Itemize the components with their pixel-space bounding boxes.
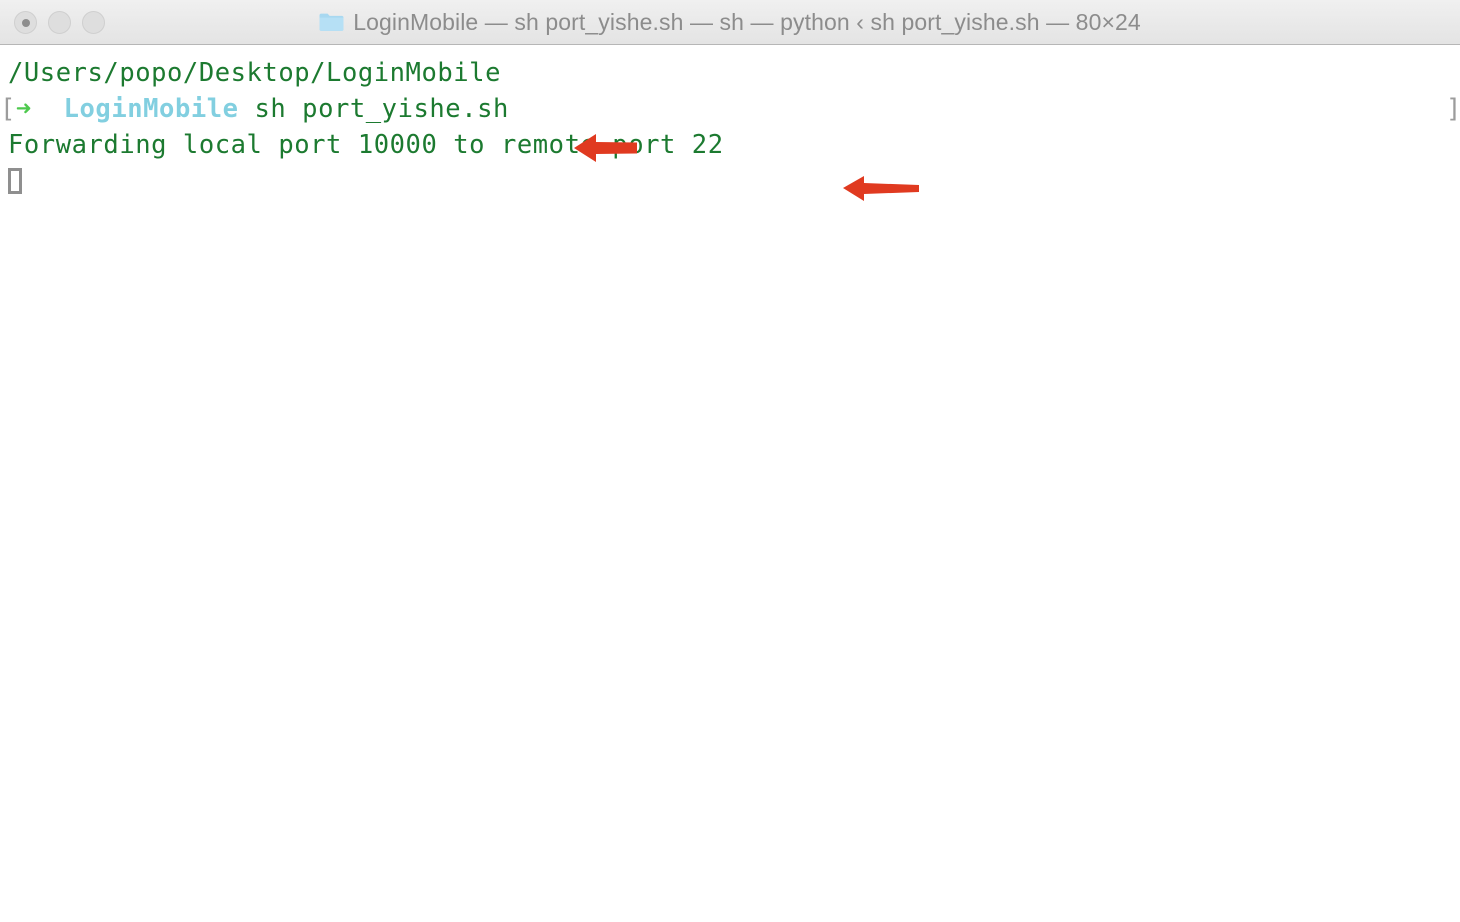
minimize-button[interactable] (48, 11, 71, 34)
terminal-content-area[interactable]: /Users/popo/Desktop/LoginMobile [➜ Login… (0, 45, 1460, 921)
selection-left-bracket: [ (0, 94, 16, 124)
selection-right-bracket: ] (1446, 94, 1460, 124)
terminal-line-prompt: [➜ LoginMobile sh port_yishe.sh (0, 91, 509, 127)
prompt-directory: LoginMobile (63, 94, 239, 124)
prompt-space-1 (32, 94, 64, 124)
terminal-line-cwd: /Users/popo/Desktop/LoginMobile (8, 55, 501, 91)
title-area: LoginMobile — sh port_yishe.sh — sh — py… (0, 9, 1460, 36)
window-titlebar[interactable]: LoginMobile — sh port_yishe.sh — sh — py… (0, 0, 1460, 45)
terminal-line-cursor (8, 163, 22, 199)
window-title: LoginMobile — sh port_yishe.sh — sh — py… (353, 8, 1141, 35)
folder-icon (319, 13, 344, 31)
traffic-light-buttons (14, 0, 105, 45)
annotation-arrow-output (843, 176, 919, 201)
close-button[interactable] (14, 11, 37, 34)
output-text: Forwarding local port 10000 to remote po… (8, 130, 724, 160)
prompt-command: sh port_yishe.sh (254, 94, 509, 124)
prompt-space-2 (239, 94, 255, 124)
prompt-arrow-icon: ➜ (15, 94, 32, 124)
zoom-button[interactable] (82, 11, 105, 34)
terminal-window: LoginMobile — sh port_yishe.sh — sh — py… (0, 0, 1460, 922)
cwd-text: /Users/popo/Desktop/LoginMobile (8, 58, 501, 88)
terminal-line-output: Forwarding local port 10000 to remote po… (8, 127, 724, 163)
block-cursor (8, 168, 22, 194)
